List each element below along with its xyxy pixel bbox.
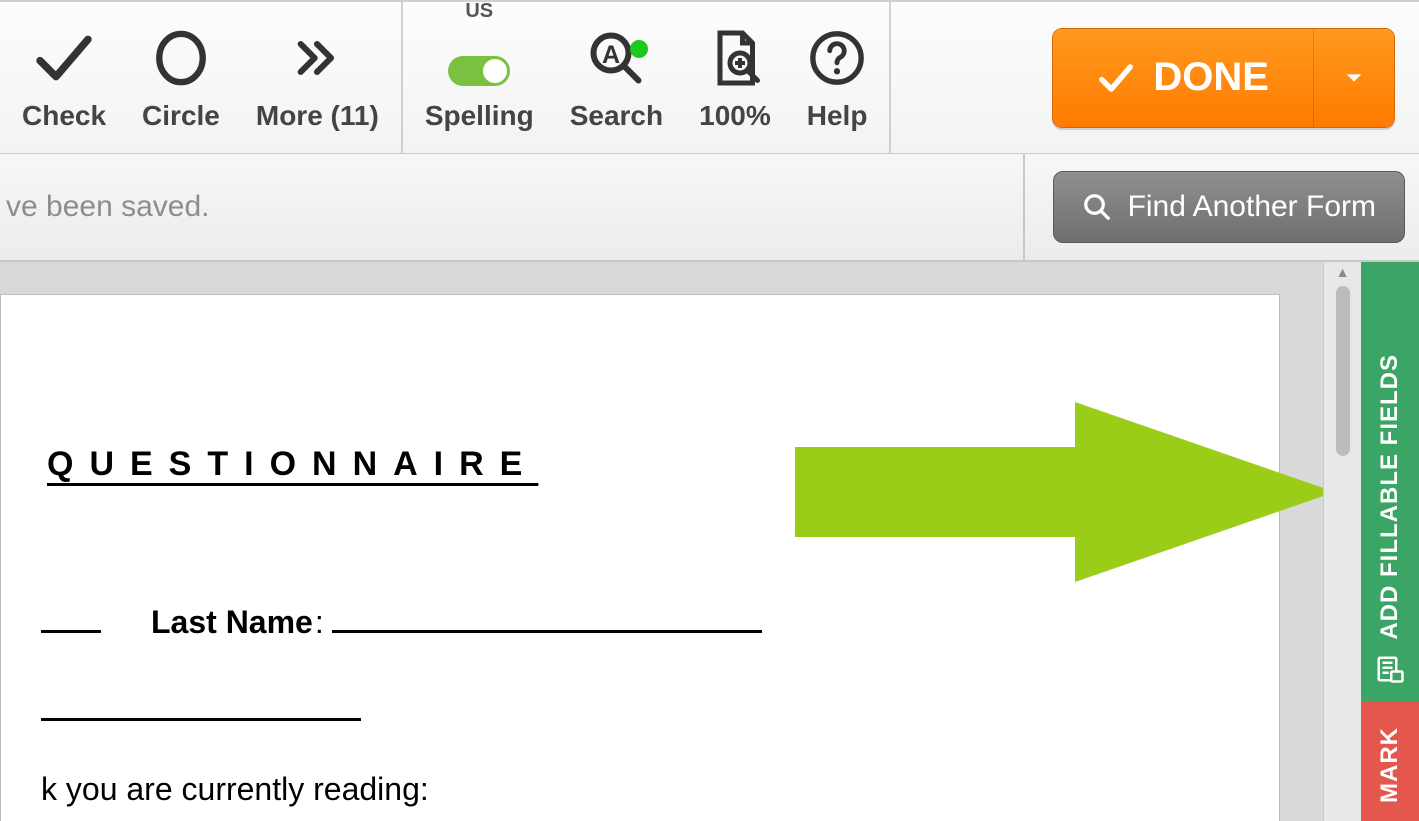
find-form-button[interactable]: Find Another Form	[1053, 171, 1405, 243]
mark-tab[interactable]: MARK	[1361, 702, 1419, 821]
doc-title: QUESTIONNAIRE	[47, 445, 1239, 484]
zoom-page-icon	[705, 22, 765, 94]
scroll-up-icon[interactable]: ▲	[1336, 264, 1350, 280]
double-chevron-right-icon	[289, 22, 345, 94]
lastname-row: Last Name:	[41, 604, 1239, 641]
circle-icon	[152, 22, 210, 94]
help-label: Help	[807, 100, 868, 132]
help-button[interactable]: Help	[789, 2, 886, 153]
check-white-icon	[1097, 59, 1135, 97]
caret-down-icon	[1343, 67, 1365, 89]
more-label: More (11)	[256, 100, 379, 132]
lastname-label: Last Name	[151, 604, 313, 641]
done-button-group: DONE	[1052, 28, 1395, 128]
search-white-icon	[1082, 192, 1112, 222]
zoom-label: 100%	[699, 100, 771, 132]
check-button[interactable]: Check	[4, 2, 124, 153]
spelling-button[interactable]: US Spelling	[407, 2, 552, 153]
toolbar-group-annotate: Check Circle More (11)	[0, 2, 403, 153]
done-label: DONE	[1153, 55, 1269, 100]
status-dot-icon	[630, 40, 648, 58]
spelling-locale: US	[465, 0, 493, 23]
circle-label: Circle	[142, 100, 220, 132]
more-button[interactable]: More (11)	[238, 2, 397, 153]
search-icon: A	[586, 22, 646, 94]
scrollbar-vertical[interactable]: ▲	[1323, 262, 1361, 821]
spelling-label: Spelling	[425, 100, 534, 132]
done-dropdown[interactable]	[1314, 29, 1394, 127]
add-fillable-fields-tab[interactable]: ADD FILLABLE FIELDS	[1361, 262, 1419, 702]
status-bar: ve been saved. Find Another Form	[0, 154, 1419, 262]
blank-field-line2[interactable]	[41, 711, 361, 721]
blank-field-left[interactable]	[41, 605, 101, 633]
form-fields-icon	[1375, 654, 1405, 684]
toolbar-group-tools: US Spelling A Search 100% Help	[403, 2, 892, 153]
circle-button[interactable]: Circle	[124, 2, 238, 153]
scroll-thumb[interactable]	[1336, 286, 1350, 456]
mark-label: MARK	[1376, 727, 1404, 803]
lastname-field[interactable]	[332, 605, 762, 633]
done-button[interactable]: DONE	[1053, 29, 1314, 127]
search-button[interactable]: A Search	[552, 2, 681, 153]
document-page[interactable]: QUESTIONNAIRE Last Name: k you are curre…	[0, 294, 1280, 821]
main-toolbar: Check Circle More (11) US Spelling A	[0, 0, 1419, 154]
saved-message: ve been saved.	[0, 190, 1023, 224]
check-icon	[32, 22, 96, 94]
side-tabs: ADD FILLABLE FIELDS MARK	[1361, 262, 1419, 821]
find-form-label: Find Another Form	[1128, 190, 1376, 224]
search-label: Search	[570, 100, 663, 132]
reading-text: k you are currently reading:	[41, 771, 1239, 808]
check-label: Check	[22, 100, 106, 132]
add-fields-label: ADD FILLABLE FIELDS	[1376, 354, 1404, 640]
zoom-button[interactable]: 100%	[681, 2, 789, 153]
document-viewport[interactable]: QUESTIONNAIRE Last Name: k you are curre…	[0, 262, 1323, 821]
spelling-toggle[interactable]	[448, 56, 510, 86]
help-icon	[808, 22, 866, 94]
toggle-icon	[448, 22, 510, 94]
workspace: QUESTIONNAIRE Last Name: k you are curre…	[0, 262, 1419, 821]
svg-text:A: A	[602, 41, 620, 69]
done-wrap: DONE	[1042, 2, 1419, 153]
